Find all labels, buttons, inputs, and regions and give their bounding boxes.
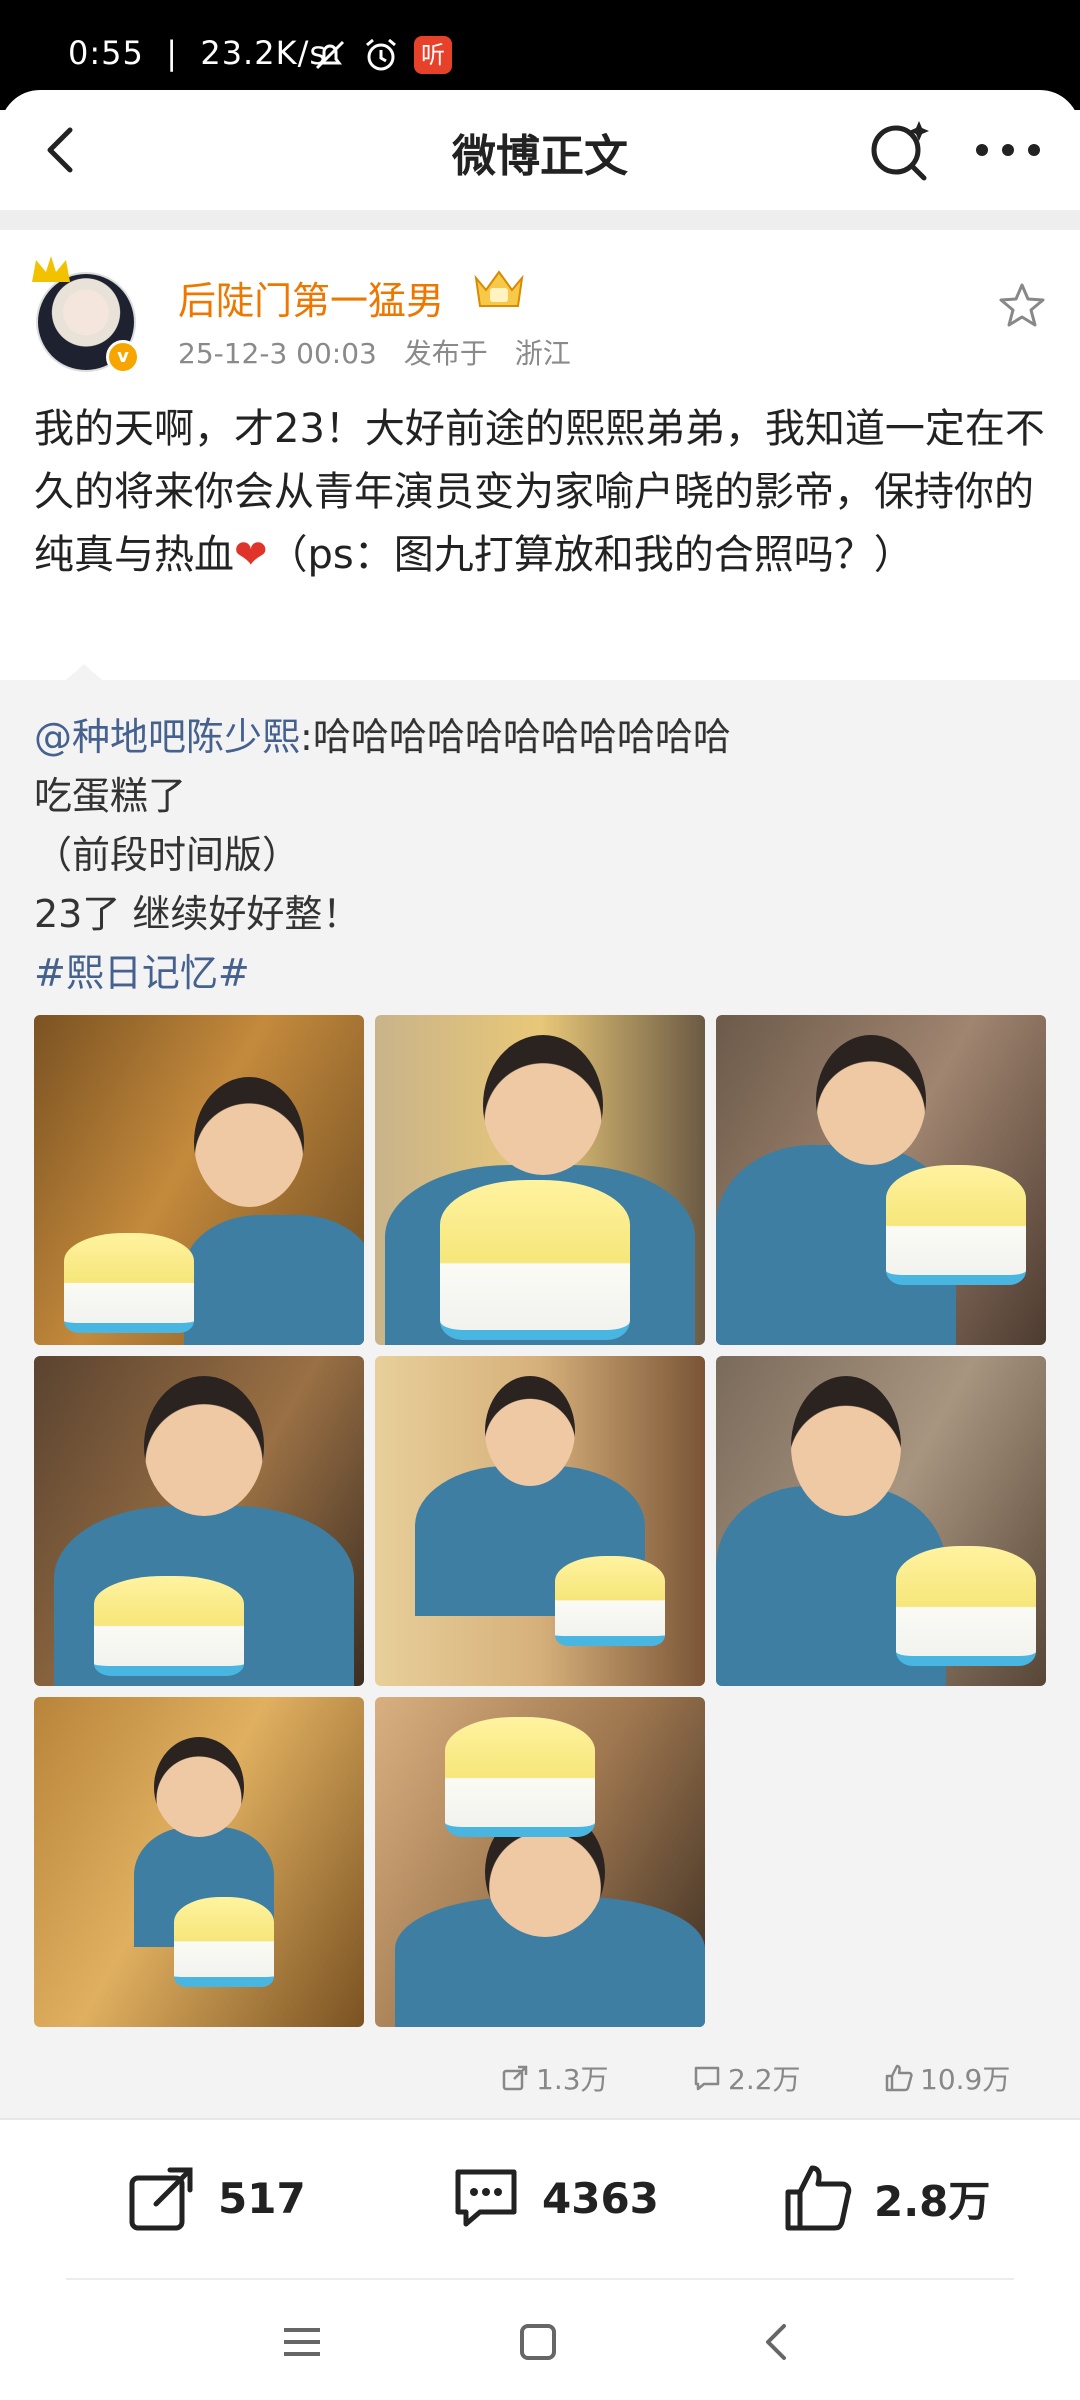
post-location: 浙江 <box>514 337 571 370</box>
more-options-icon[interactable] <box>968 116 1048 184</box>
like-icon <box>885 2064 913 2092</box>
status-time: 0:55 <box>68 34 144 72</box>
photo-7[interactable] <box>34 1697 364 2027</box>
repost-text: @种地吧陈少熙:哈哈哈哈哈哈哈哈哈哈哈 吃蛋糕了 （前段时间版） 23了 继续好… <box>34 708 1054 1003</box>
comment-button[interactable]: 4363 <box>448 2160 659 2236</box>
like-icon <box>785 2165 852 2231</box>
photo-6[interactable] <box>716 1356 1046 1686</box>
red-heart-icon: ❤ <box>234 532 268 578</box>
repost-line-4: 23了 继续好好整！ <box>34 892 361 936</box>
favorite-star-icon[interactable] <box>996 280 1048 332</box>
original-comment-number: 2.2万 <box>728 2063 801 2096</box>
photo-5[interactable] <box>375 1356 705 1686</box>
network-speed: 23.2K/s <box>200 34 328 72</box>
search-icon[interactable] <box>866 116 934 184</box>
photo-8[interactable] <box>375 1697 705 2027</box>
photo-face <box>816 1035 926 1165</box>
reposted-content[interactable]: @种地吧陈少熙:哈哈哈哈哈哈哈哈哈哈哈 吃蛋糕了 （前段时间版） 23了 继续好… <box>0 664 1080 2118</box>
crown-icon <box>32 256 70 282</box>
photo-face <box>483 1035 603 1175</box>
post-body-text: 我的天啊，才23！大好前途的熙熙弟弟，我知道一定在不久的将来你会从青年演员变为家… <box>34 398 1054 587</box>
repost-count: 517 <box>218 2173 306 2223</box>
vip-crown-badge-icon <box>474 270 524 307</box>
repost-line-2: 吃蛋糕了 <box>34 774 187 818</box>
like-button[interactable]: 2.8万 <box>780 2160 990 2236</box>
post-meta: 25-12-3 00:03 发布于 浙江 <box>178 332 589 372</box>
photo-cake <box>896 1546 1036 1666</box>
like-count: 2.8万 <box>874 2176 991 2226</box>
photo-grid <box>34 1015 1046 2027</box>
repost-line-1: @种地吧陈少熙:哈哈哈哈哈哈哈哈哈哈哈 <box>34 708 1054 767</box>
comment-icon <box>455 2169 517 2227</box>
post-text-ps: （ps：图九打算放和我的合照吗？） <box>267 532 914 578</box>
top-header: 微博正文 <box>0 90 1080 210</box>
nav-divider <box>66 2278 1014 2280</box>
section-divider <box>0 210 1080 230</box>
repost-line-3: （前段时间版） <box>34 833 301 877</box>
photo-face <box>154 1737 244 1837</box>
photo-cake <box>555 1556 665 1646</box>
repost-notch <box>66 664 102 680</box>
photo-1[interactable] <box>34 1015 364 1345</box>
ting-app-icon: 听 <box>414 36 452 74</box>
photo-cake <box>94 1576 244 1676</box>
comment-icon <box>694 2066 720 2091</box>
status-time-speed: 0:55 | 23.2K/s <box>68 34 328 72</box>
repost-icon <box>129 2167 193 2231</box>
post-action-bar: 517 4363 2.8万 <box>0 2120 1080 2280</box>
topic-hashtag[interactable]: #熙日记忆# <box>34 944 1054 1003</box>
photo-face <box>144 1376 264 1516</box>
alarm-icon <box>366 38 396 71</box>
repost-icon <box>502 2065 528 2091</box>
photo-face <box>485 1376 575 1486</box>
home-nav-icon[interactable] <box>508 2312 568 2372</box>
weibo-post: v 后陡门第一猛男 25-12-3 00:03 发布于 浙江 我的天啊，才23！… <box>0 230 1080 680</box>
photo-face <box>791 1376 901 1516</box>
original-like-count[interactable]: 10.9万 <box>884 2058 1010 2098</box>
repost-button[interactable]: 517 <box>124 2160 306 2236</box>
photo-cake <box>886 1165 1026 1285</box>
original-like-number: 10.9万 <box>920 2063 1011 2096</box>
photo-2[interactable] <box>375 1015 705 1345</box>
original-comment-count[interactable]: 2.2万 <box>692 2058 801 2098</box>
original-post-stats: 1.3万 2.2万 10.9万 <box>0 2058 1080 2102</box>
comment-count: 4363 <box>542 2173 659 2223</box>
photo-3[interactable] <box>716 1015 1046 1345</box>
original-repost-count[interactable]: 1.3万 <box>500 2058 609 2098</box>
post-date: 25-12-3 00:03 <box>178 337 377 370</box>
back-nav-icon[interactable] <box>748 2312 808 2372</box>
posted-from-label: 发布于 <box>403 337 488 370</box>
photo-4[interactable] <box>34 1356 364 1686</box>
status-icons: 听 <box>312 36 452 74</box>
photo-cake <box>445 1717 595 1837</box>
photo-face <box>194 1077 304 1207</box>
repost-line-1-text: :哈哈哈哈哈哈哈哈哈哈哈 <box>300 715 731 759</box>
photo-cake <box>174 1897 274 1987</box>
user-avatar[interactable]: v <box>30 252 150 374</box>
photo-cake <box>440 1180 630 1340</box>
mute-bell-icon <box>315 40 345 70</box>
verified-badge-icon: v <box>106 340 140 374</box>
username[interactable]: 后陡门第一猛男 <box>178 270 444 325</box>
photo-cake <box>64 1233 194 1333</box>
original-repost-number: 1.3万 <box>536 2063 609 2096</box>
menu-nav-icon[interactable] <box>272 2312 332 2372</box>
original-author-mention[interactable]: @种地吧陈少熙 <box>34 715 300 759</box>
system-nav-bar <box>0 2282 1080 2400</box>
photo-figure <box>184 1215 364 1345</box>
